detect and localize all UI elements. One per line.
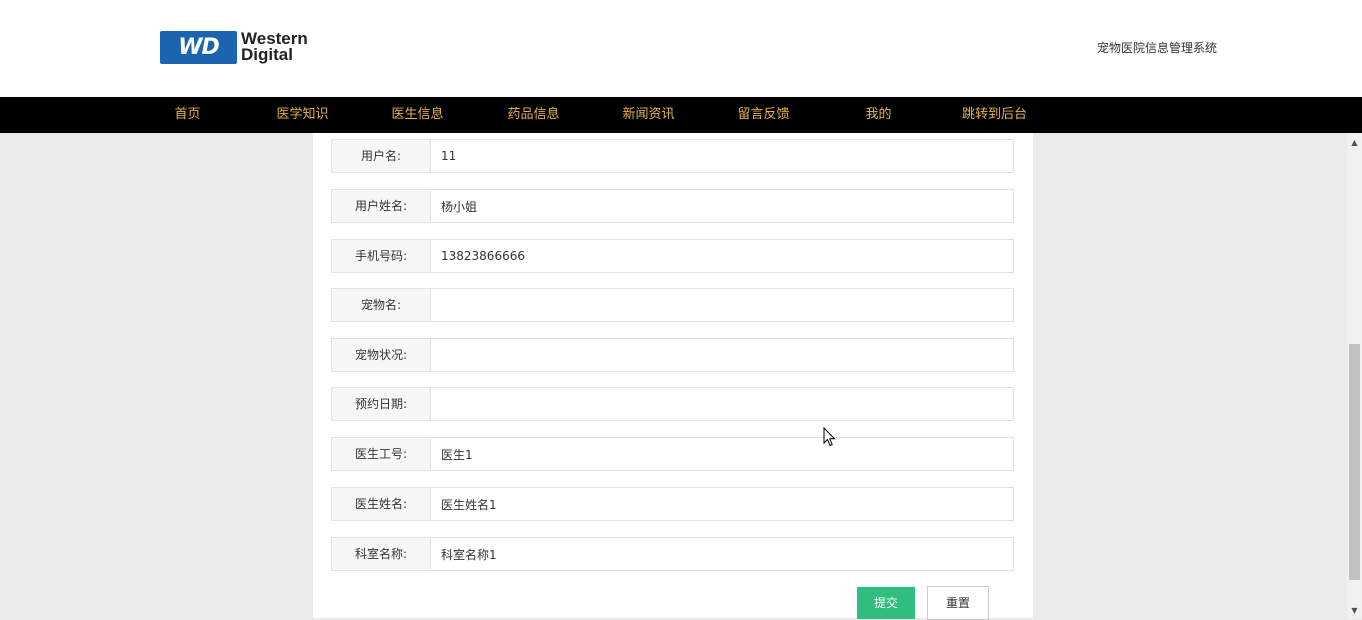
field-label: 医生姓名: [332, 488, 431, 520]
site-header: WD Western Digital 宠物医院信息管理系统 [0, 0, 1362, 97]
nav-item-news[interactable]: 新闻资讯 [591, 97, 706, 133]
logo-wordmark: Western Digital [241, 30, 336, 64]
main-nav: 首页 医学知识 医生信息 药品信息 新闻资讯 留言反馈 我的 跳转到后台 [0, 97, 1362, 133]
mouse-pointer-icon [823, 427, 836, 447]
page-scrollbar[interactable]: ▲ ▼ [1347, 133, 1362, 618]
field-label: 医生工号: [332, 438, 431, 470]
form-row-phone: 手机号码: [331, 239, 1014, 273]
appointment-date-input[interactable] [431, 388, 1013, 420]
field-label: 科室名称: [332, 538, 431, 570]
field-label: 宠物状况: [332, 339, 431, 371]
form-row-appointment-date: 预约日期: [331, 387, 1014, 421]
nav-item-doctor-info[interactable]: 医生信息 [360, 97, 475, 133]
scroll-up-icon[interactable]: ▲ [1347, 135, 1362, 150]
reset-button[interactable]: 重置 [927, 586, 989, 620]
western-digital-logo[interactable]: WD Western Digital [160, 30, 330, 65]
nav-item-drug-info[interactable]: 药品信息 [476, 97, 591, 133]
phone-input[interactable] [431, 240, 1013, 272]
pet-name-input[interactable] [431, 289, 1013, 321]
booking-form: 用户名: 用户姓名: 手机号码: 宠物名: 宠物状况: 预约日期: 医生工号: … [313, 133, 1033, 620]
doctor-name-input[interactable] [431, 488, 1013, 520]
field-label: 宠物名: [332, 289, 431, 321]
logo-line-2: Digital [241, 45, 293, 64]
scroll-down-icon[interactable]: ▼ [1347, 603, 1362, 618]
submit-button[interactable]: 提交 [857, 587, 915, 619]
pet-condition-input[interactable] [431, 339, 1013, 371]
field-label: 用户名: [332, 140, 431, 172]
full-name-input[interactable] [431, 190, 1013, 222]
site-title: 宠物医院信息管理系统 [1097, 41, 1218, 55]
form-row-doctor-name: 医生姓名: [331, 487, 1014, 521]
nav-item-feedback[interactable]: 留言反馈 [706, 97, 821, 133]
form-row-doctor-id: 医生工号: [331, 437, 1014, 471]
username-input[interactable] [431, 140, 1013, 172]
form-row-pet-name: 宠物名: [331, 288, 1014, 322]
form-row-username: 用户名: [331, 139, 1014, 173]
nav-item-home[interactable]: 首页 [130, 97, 245, 133]
logo-badge: WD [160, 31, 237, 64]
nav-item-admin[interactable]: 跳转到后台 [937, 97, 1052, 133]
scroll-thumb[interactable] [1349, 344, 1360, 580]
doctor-id-input[interactable] [431, 438, 1013, 470]
field-label: 手机号码: [332, 240, 431, 272]
form-row-pet-condition: 宠物状况: [331, 338, 1014, 372]
department-input[interactable] [431, 538, 1013, 570]
field-label: 预约日期: [332, 388, 431, 420]
field-label: 用户姓名: [332, 190, 431, 222]
form-row-full-name: 用户姓名: [331, 189, 1014, 223]
nav-item-medical-knowledge[interactable]: 医学知识 [245, 97, 360, 133]
form-row-department: 科室名称: [331, 537, 1014, 571]
nav-item-mine[interactable]: 我的 [821, 97, 936, 133]
